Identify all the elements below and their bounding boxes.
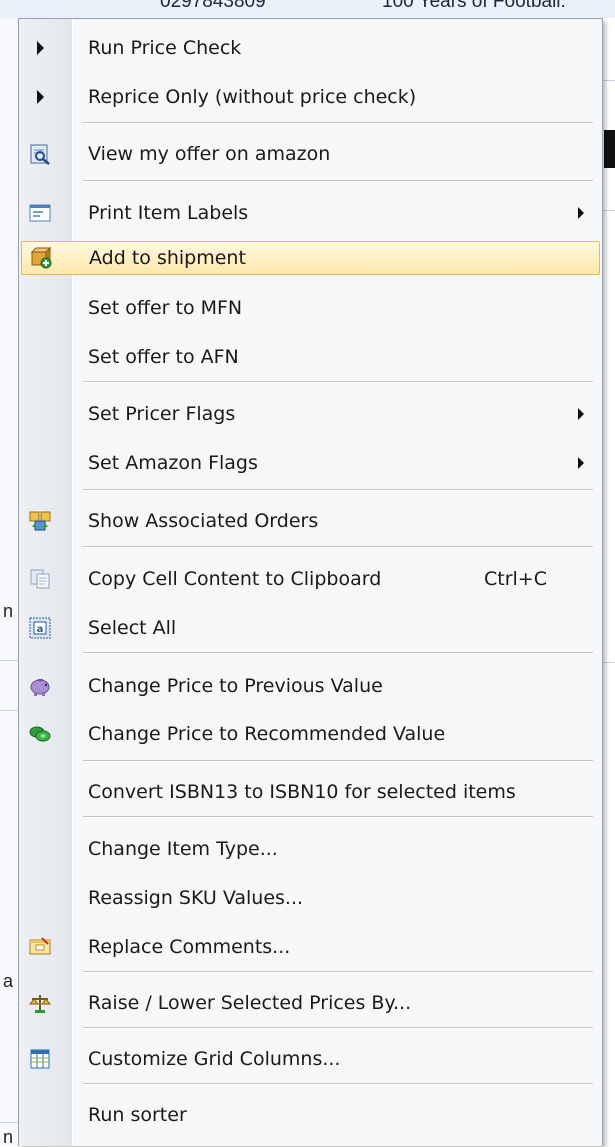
menu-item-select-all[interactable]: a Select All	[21, 611, 600, 645]
menu-item-label: Select All	[88, 617, 177, 639]
menu-separator	[83, 816, 593, 818]
grid-line	[603, 662, 615, 663]
grid-line	[0, 660, 20, 661]
menu-item-label: Reassign SKU Values...	[88, 887, 304, 909]
menu-item-customize-grid-columns[interactable]: Customize Grid Columns...	[21, 1042, 600, 1076]
grid-cell-title: 100 Years of Football.	[382, 0, 566, 12]
shortcut-hint: Ctrl+C	[484, 568, 547, 590]
submenu-arrow-icon	[578, 457, 584, 469]
menu-item-label: Print Item Labels	[88, 202, 249, 224]
menu-item-label: Set offer to MFN	[88, 297, 243, 319]
grid-line	[0, 710, 20, 711]
menu-item-label: Set offer to AFN	[88, 346, 239, 368]
menu-item-label: Change Price to Recommended Value	[88, 723, 446, 745]
add-shipment-icon	[30, 247, 52, 269]
menu-item-label: Convert ISBN13 to ISBN10 for selected it…	[88, 781, 516, 803]
play-arrow-icon	[29, 86, 51, 108]
view-offer-icon	[29, 143, 51, 165]
scales-icon	[29, 992, 51, 1014]
menu-item-set-offer-mfn[interactable]: Set offer to MFN	[21, 291, 600, 325]
menu-separator	[83, 546, 593, 548]
menu-item-copy-cell-content[interactable]: Copy Cell Content to Clipboard Ctrl+C	[21, 562, 600, 596]
menu-item-label: Raise / Lower Selected Prices By...	[88, 992, 412, 1014]
menu-item-label: Run sorter	[88, 1104, 187, 1126]
menu-item-reprice-only[interactable]: Reprice Only (without price check)	[21, 80, 600, 114]
associated-orders-icon	[29, 510, 51, 532]
submenu-arrow-icon	[578, 408, 584, 420]
menu-separator	[83, 381, 593, 383]
money-icon	[29, 723, 51, 745]
menu-item-label: Set Pricer Flags	[88, 403, 236, 425]
grid-char: a	[3, 971, 14, 991]
select-all-icon: a	[29, 617, 51, 639]
grid-line	[0, 1122, 20, 1123]
menu-item-label: Change Item Type...	[88, 838, 278, 860]
menu-item-raise-lower-prices[interactable]: Raise / Lower Selected Prices By...	[21, 986, 600, 1020]
submenu-arrow-icon	[578, 207, 584, 219]
menu-item-label: Add to shipment	[89, 247, 246, 269]
menu-item-set-offer-afn[interactable]: Set offer to AFN	[21, 340, 600, 374]
comments-icon	[29, 936, 51, 958]
grid-right-edge	[603, 18, 615, 1146]
grid-top-row: 0297843809 100 Years of Football.	[0, 0, 615, 18]
menu-separator	[83, 1027, 593, 1029]
menu-item-show-associated-orders[interactable]: Show Associated Orders	[21, 504, 600, 538]
menu-item-label: Replace Comments...	[88, 936, 291, 958]
copy-icon	[29, 568, 51, 590]
menu-separator	[83, 1083, 593, 1085]
grid-columns-icon	[29, 1048, 51, 1070]
menu-item-set-amazon-flags[interactable]: Set Amazon Flags	[21, 446, 600, 480]
menu-item-label: Run Price Check	[88, 37, 242, 59]
grid-char: n	[3, 1127, 14, 1147]
piggy-bank-icon	[29, 675, 51, 697]
play-arrow-icon	[29, 37, 51, 59]
menu-separator	[83, 180, 593, 182]
grid-char: n	[3, 601, 14, 621]
menu-item-label: Reprice Only (without price check)	[88, 86, 417, 108]
menu-item-run-sorter[interactable]: Run sorter	[21, 1098, 600, 1132]
menu-item-label: Show Associated Orders	[88, 510, 319, 532]
menu-item-add-to-shipment[interactable]: Add to shipment	[21, 241, 600, 275]
menu-separator	[83, 489, 593, 491]
menu-item-label: Change Price to Previous Value	[88, 675, 383, 697]
menu-item-convert-isbn[interactable]: Convert ISBN13 to ISBN10 for selected it…	[21, 775, 600, 809]
grid-cell-isbn: 0297843809	[160, 0, 266, 12]
grid-line	[603, 210, 615, 211]
grid-dark-cell	[604, 130, 615, 168]
print-labels-icon	[29, 202, 51, 224]
menu-item-label: Customize Grid Columns...	[88, 1048, 341, 1070]
menu-separator	[83, 971, 593, 973]
menu-separator	[83, 122, 593, 124]
menu-separator	[83, 760, 593, 762]
menu-item-print-item-labels[interactable]: Print Item Labels	[21, 196, 600, 230]
menu-item-change-price-recommended[interactable]: Change Price to Recommended Value	[21, 717, 600, 751]
menu-item-label: Copy Cell Content to Clipboard	[88, 568, 382, 590]
svg-text:a: a	[37, 624, 44, 635]
menu-item-view-offer[interactable]: View my offer on amazon	[21, 137, 600, 171]
menu-item-set-pricer-flags[interactable]: Set Pricer Flags	[21, 397, 600, 431]
menu-item-label: Set Amazon Flags	[88, 452, 258, 474]
menu-item-reassign-sku[interactable]: Reassign SKU Values...	[21, 881, 600, 915]
menu-separator	[83, 652, 593, 654]
menu-item-label: View my offer on amazon	[88, 143, 331, 165]
context-menu: Run Price Check Reprice Only (without pr…	[18, 18, 603, 1146]
menu-item-change-item-type[interactable]: Change Item Type...	[21, 832, 600, 866]
menu-item-replace-comments[interactable]: Replace Comments...	[21, 930, 600, 964]
menu-item-change-price-previous[interactable]: Change Price to Previous Value	[21, 669, 600, 703]
menu-item-run-price-check[interactable]: Run Price Check	[21, 31, 600, 65]
grid-line	[603, 80, 615, 81]
